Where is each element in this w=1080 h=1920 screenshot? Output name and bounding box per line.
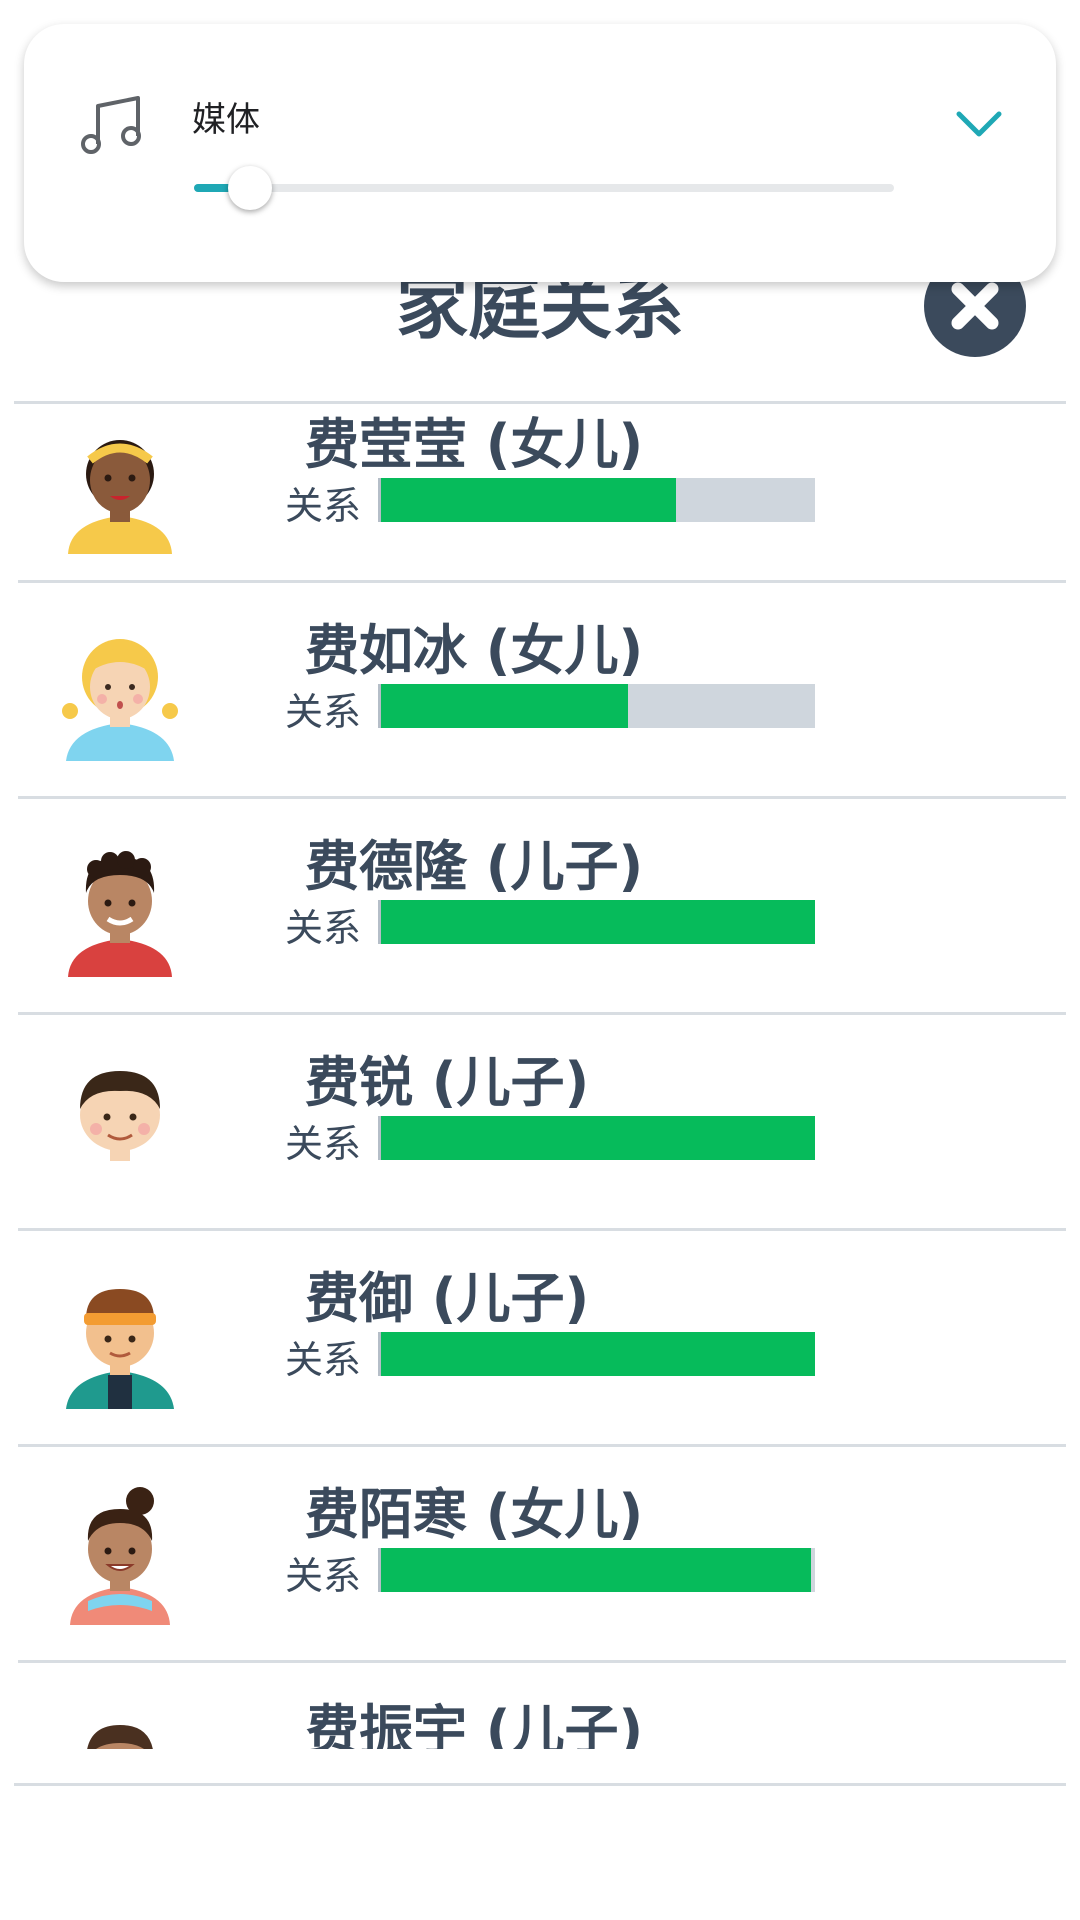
relationship-bar-fill (381, 1548, 811, 1592)
chevron-down-icon[interactable] (949, 104, 1009, 144)
family-member-row[interactable]: 费锐 (儿子) 关系 (18, 1015, 1066, 1231)
family-member-row[interactable]: 费振宇 (儿子) (18, 1663, 1066, 1749)
family-member-row[interactable]: 费御 (儿子) 关系 (18, 1231, 1066, 1447)
relationship-bar (378, 1332, 815, 1376)
member-name: 费陌寒 (女儿) (305, 1483, 644, 1546)
relationship-label: 关系 (285, 1122, 362, 1166)
relationship-bar (378, 900, 815, 944)
volume-slider[interactable] (194, 184, 894, 192)
boy-headband-avatar (66, 1289, 174, 1409)
relationship-bar-fill (381, 1332, 815, 1376)
family-member-row[interactable]: 费莹莹 (女儿) 关系 (18, 404, 1066, 583)
family-member-row[interactable]: 费陌寒 (女儿) 关系 (18, 1447, 1066, 1663)
girl-bun-avatar (70, 1487, 170, 1625)
relationship-bar-fill (381, 478, 677, 522)
volume-stream-label: 媒体 (192, 100, 260, 140)
relationship-label: 关系 (285, 690, 362, 734)
relationship-bar-fill (381, 1116, 815, 1160)
relationship-label: 关系 (285, 906, 362, 950)
relationship-label: 关系 (285, 1554, 362, 1598)
boy-curly-avatar (68, 851, 172, 977)
member-name: 费锐 (儿子) (305, 1051, 590, 1114)
relationship-bar (378, 478, 815, 522)
member-name: 费莹莹 (女儿) (305, 413, 644, 476)
relationship-bar (378, 684, 815, 728)
relationship-bar (378, 1116, 815, 1160)
member-name: 费御 (儿子) (305, 1267, 590, 1330)
boy-smiling-avatar (80, 1071, 160, 1161)
relationship-label: 关系 (285, 1338, 362, 1382)
member-name: 费德隆 (儿子) (305, 835, 644, 898)
family-member-row[interactable]: 费德隆 (儿子) 关系 (18, 799, 1066, 1015)
relationship-bar (378, 1548, 815, 1592)
music-note-icon (81, 96, 141, 154)
divider (14, 1783, 1066, 1786)
relationship-bar-fill (381, 900, 815, 944)
boy-partial-avatar (87, 1725, 153, 1749)
girl-pigtails-avatar (62, 639, 178, 761)
media-volume-panel: 媒体 (24, 24, 1056, 282)
girl-headband-avatar (68, 440, 172, 554)
family-member-list[interactable]: 费莹莹 (女儿) 关系 费如冰 (女儿) 关系 费德隆 (儿子) 关系 费锐 (… (0, 404, 1080, 1749)
member-name: 费如冰 (女儿) (305, 619, 644, 682)
relationship-label: 关系 (285, 484, 362, 528)
member-name: 费振宇 (儿子) (305, 1699, 644, 1749)
family-member-row[interactable]: 费如冰 (女儿) 关系 (18, 583, 1066, 799)
volume-slider-thumb[interactable] (228, 166, 272, 210)
relationship-bar-fill (381, 684, 629, 728)
